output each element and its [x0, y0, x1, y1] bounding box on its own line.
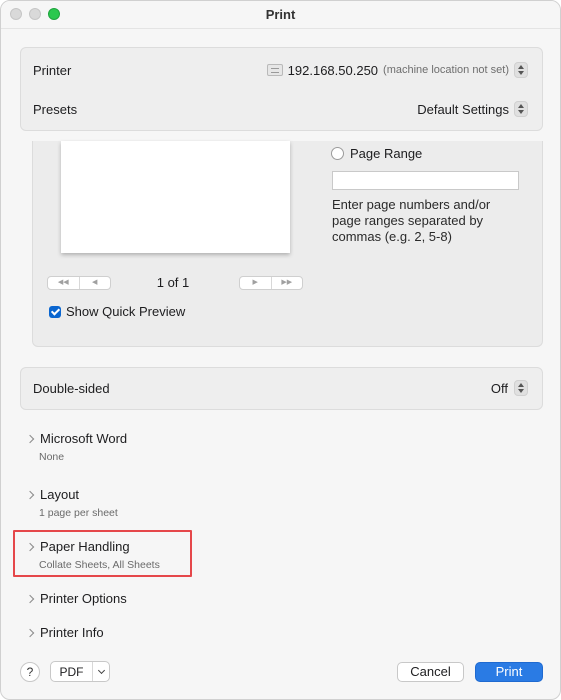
help-button[interactable]: ? [20, 662, 40, 682]
printer-icon [266, 64, 283, 76]
printer-stepper-icon[interactable] [514, 62, 528, 78]
page-preview [61, 141, 290, 253]
print-button[interactable]: Print [475, 662, 543, 682]
printer-label: Printer [33, 63, 72, 78]
printer-location: (machine location not set) [383, 64, 509, 76]
chevron-right-icon [25, 628, 35, 637]
print-dialog: Print Printer 192.168.50.250 (machine lo… [0, 0, 561, 700]
presets-row[interactable]: Presets Default Settings [21, 89, 542, 129]
section-subtitle: 1 page per sheet [39, 507, 118, 519]
show-quick-preview-option[interactable]: Show Quick Preview [49, 304, 185, 319]
last-page-button[interactable]: ▶▶ [270, 277, 303, 289]
printer-row[interactable]: Printer 192.168.50.250 (machine location… [21, 50, 542, 90]
section-layout[interactable]: Layout 1 page per sheet [25, 487, 118, 519]
pdf-menu-button[interactable]: PDF [50, 661, 110, 682]
presets-value: Default Settings [417, 101, 509, 117]
section-title: Printer Options [40, 591, 127, 606]
show-quick-preview-checkbox[interactable] [49, 305, 61, 318]
double-sided-select[interactable]: Off [491, 380, 528, 396]
cancel-button[interactable]: Cancel [397, 662, 464, 682]
preview-forward-nav: ▶ ▶▶ [239, 276, 303, 290]
section-printer-options[interactable]: Printer Options [25, 591, 127, 606]
chevron-right-icon [25, 594, 35, 603]
page-range-help-text: Enter page numbers and/or page ranges se… [332, 197, 491, 244]
double-sided-stepper-icon[interactable] [514, 380, 528, 396]
title-bar: Print [1, 1, 560, 29]
printer-select[interactable]: 192.168.50.250 (machine location not set… [266, 62, 528, 78]
page-range-label: Page Range [350, 146, 423, 161]
first-page-button[interactable]: ◀◀ [48, 277, 79, 289]
presets-stepper-icon[interactable] [514, 101, 528, 117]
section-microsoft-word[interactable]: Microsoft Word None [25, 431, 128, 463]
page-range-radio[interactable] [331, 147, 344, 160]
section-title: Microsoft Word [40, 431, 128, 446]
chevron-down-icon[interactable] [92, 662, 109, 681]
presets-label: Presets [33, 102, 78, 117]
page-range-option[interactable]: Page Range [331, 146, 422, 161]
page-range-input[interactable] [332, 171, 519, 190]
section-title: Layout [40, 487, 80, 502]
pdf-label: PDF [59, 664, 84, 679]
preview-panel: ◀◀ ◀ 1 of 1 ▶ ▶▶ Show Quick Preview Page… [32, 141, 543, 347]
section-subtitle: None [39, 451, 65, 463]
window-title: Print [265, 7, 296, 22]
previous-page-button[interactable]: ◀ [78, 277, 111, 289]
presets-select[interactable]: Default Settings [417, 101, 528, 117]
next-page-button[interactable]: ▶ [240, 277, 271, 289]
section-printer-info[interactable]: Printer Info [25, 625, 104, 640]
double-sided-value: Off [490, 380, 508, 396]
chevron-right-icon [25, 490, 35, 499]
page-count: 1 of 1 [156, 275, 190, 290]
printer-address: 192.168.50.250 [287, 62, 379, 78]
section-title: Printer Info [40, 625, 104, 640]
double-sided-label: Double-sided [33, 381, 110, 396]
chevron-right-icon [25, 434, 35, 443]
show-quick-preview-label: Show Quick Preview [66, 304, 186, 319]
double-sided-row[interactable]: Double-sided Off [20, 367, 543, 410]
printer-presets-group: Printer 192.168.50.250 (machine location… [20, 47, 543, 131]
preview-back-nav: ◀◀ ◀ [47, 276, 111, 290]
highlight-box [13, 530, 192, 577]
